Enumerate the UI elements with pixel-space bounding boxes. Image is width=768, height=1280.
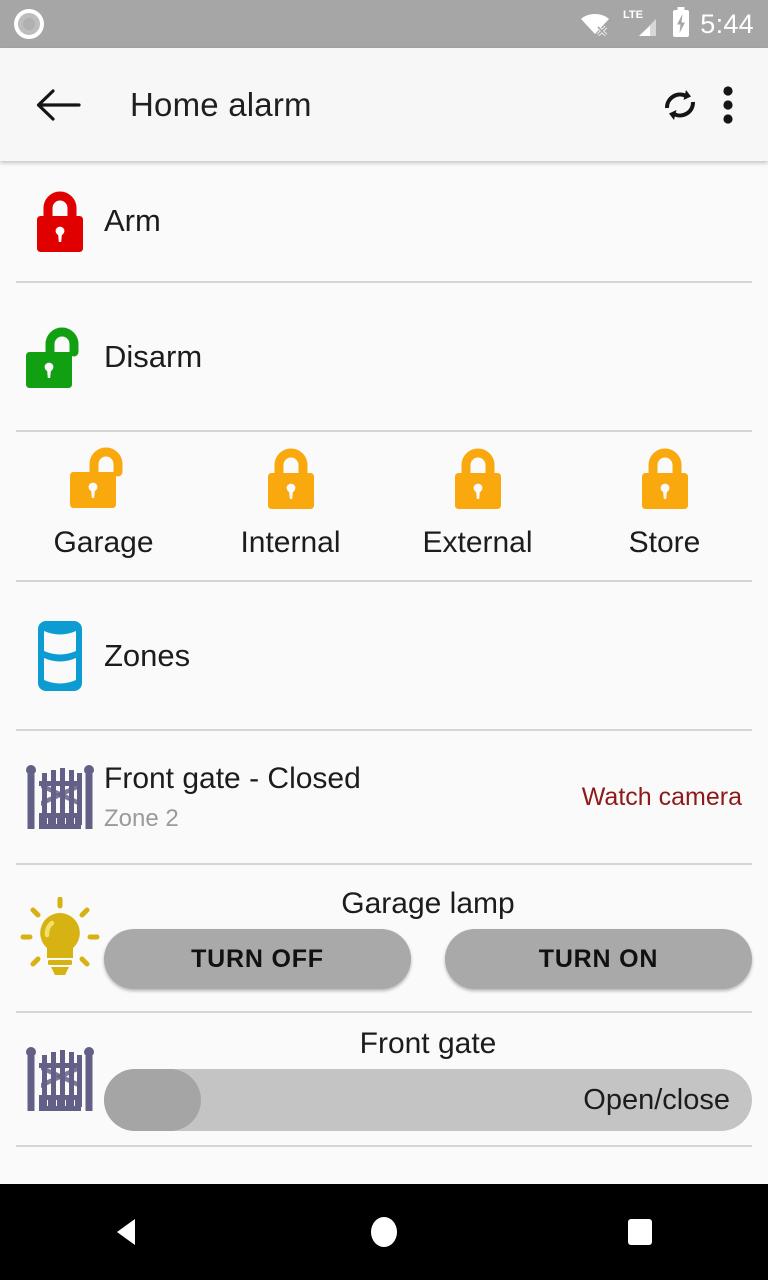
garage-lamp-buttons: TURN OFF TURN ON xyxy=(104,929,752,989)
control-list: Arm Disarm Garage Internal External Stor… xyxy=(0,161,768,1184)
refresh-icon[interactable] xyxy=(652,77,708,133)
list-item-label: Disarm xyxy=(104,338,203,374)
front-gate-slider-controls: Front gate Open/close xyxy=(104,1027,752,1131)
nav-recents-icon[interactable] xyxy=(580,1184,700,1280)
overflow-menu-icon[interactable] xyxy=(708,77,748,133)
front-gate-slider-title: Front gate xyxy=(359,1027,497,1060)
zone-lock-store[interactable]: Store xyxy=(571,438,758,560)
list-item-arm[interactable]: Arm xyxy=(0,161,768,281)
lock-closed-icon xyxy=(450,438,506,516)
zone-locks-row: Garage Internal External Store xyxy=(0,432,768,580)
list-item-front-gate-status[interactable]: Front gate - Closed Zone 2 Watch camera xyxy=(0,731,768,863)
zone-lock-label: Store xyxy=(628,526,701,559)
list-item-zones[interactable]: Zones xyxy=(0,582,768,729)
zone-lock-label: Garage xyxy=(53,526,154,559)
zone-lock-garage[interactable]: Garage xyxy=(10,438,197,560)
app-root: LTE 5:44 Home alarm Arm Disarm Garage In… xyxy=(0,0,768,1280)
app-toolbar: Home alarm xyxy=(0,48,768,161)
lock-closed-icon xyxy=(637,438,693,516)
status-bar-icons: LTE xyxy=(579,6,691,43)
lock-closed-icon xyxy=(263,438,319,516)
arrow-back-icon[interactable] xyxy=(30,77,86,133)
battery-charging-icon xyxy=(671,6,691,43)
open-close-slider[interactable]: Open/close xyxy=(104,1069,752,1131)
front-gate-title: Front gate - Closed xyxy=(104,761,361,795)
garage-lamp-controls: Garage lamp TURN OFF TURN ON xyxy=(104,887,752,989)
front-gate-subtitle: Zone 2 xyxy=(104,804,179,832)
turn-on-button[interactable]: TURN ON xyxy=(445,929,752,989)
status-bar-clock: 5:44 xyxy=(700,8,754,39)
list-item-label: Arm xyxy=(104,203,161,238)
zone-lock-label: Internal xyxy=(240,526,341,559)
slider-label: Open/close xyxy=(583,1083,730,1116)
list-item-front-gate-slider: Front gate Open/close xyxy=(0,1013,768,1145)
slider-thumb[interactable] xyxy=(104,1069,201,1131)
svg-text:LTE: LTE xyxy=(623,9,643,21)
nav-back-icon[interactable] xyxy=(68,1184,188,1280)
nav-home-icon[interactable] xyxy=(324,1184,444,1280)
lock-closed-icon xyxy=(16,188,104,254)
garage-lamp-title: Garage lamp xyxy=(341,887,515,920)
lightbulb-icon xyxy=(16,897,104,979)
screen-record-icon xyxy=(14,9,44,39)
wifi-disconnected-icon xyxy=(579,8,611,41)
status-bar: LTE 5:44 xyxy=(0,0,768,48)
lock-open-icon xyxy=(16,324,104,390)
gate-icon xyxy=(16,761,104,833)
page-title: Home alarm xyxy=(130,85,312,123)
watch-camera-link[interactable]: Watch camera xyxy=(582,783,752,812)
lock-open-icon xyxy=(67,438,141,516)
front-gate-texts: Front gate - Closed Zone 2 xyxy=(104,762,582,833)
list-item-disarm[interactable]: Disarm xyxy=(0,283,768,430)
zones-icon xyxy=(16,618,104,694)
android-nav-bar xyxy=(0,1184,768,1280)
list-item-label: Zones xyxy=(104,637,191,673)
turn-off-button[interactable]: TURN OFF xyxy=(104,929,411,989)
gate-icon xyxy=(16,1043,104,1115)
list-item-garage-lamp: Garage lamp TURN OFF TURN ON xyxy=(0,865,768,1011)
zone-lock-internal[interactable]: Internal xyxy=(197,438,384,560)
zone-lock-label: External xyxy=(422,526,533,559)
cellular-signal-icon: LTE xyxy=(622,7,660,42)
zone-lock-external[interactable]: External xyxy=(384,438,571,560)
divider xyxy=(16,1145,752,1147)
